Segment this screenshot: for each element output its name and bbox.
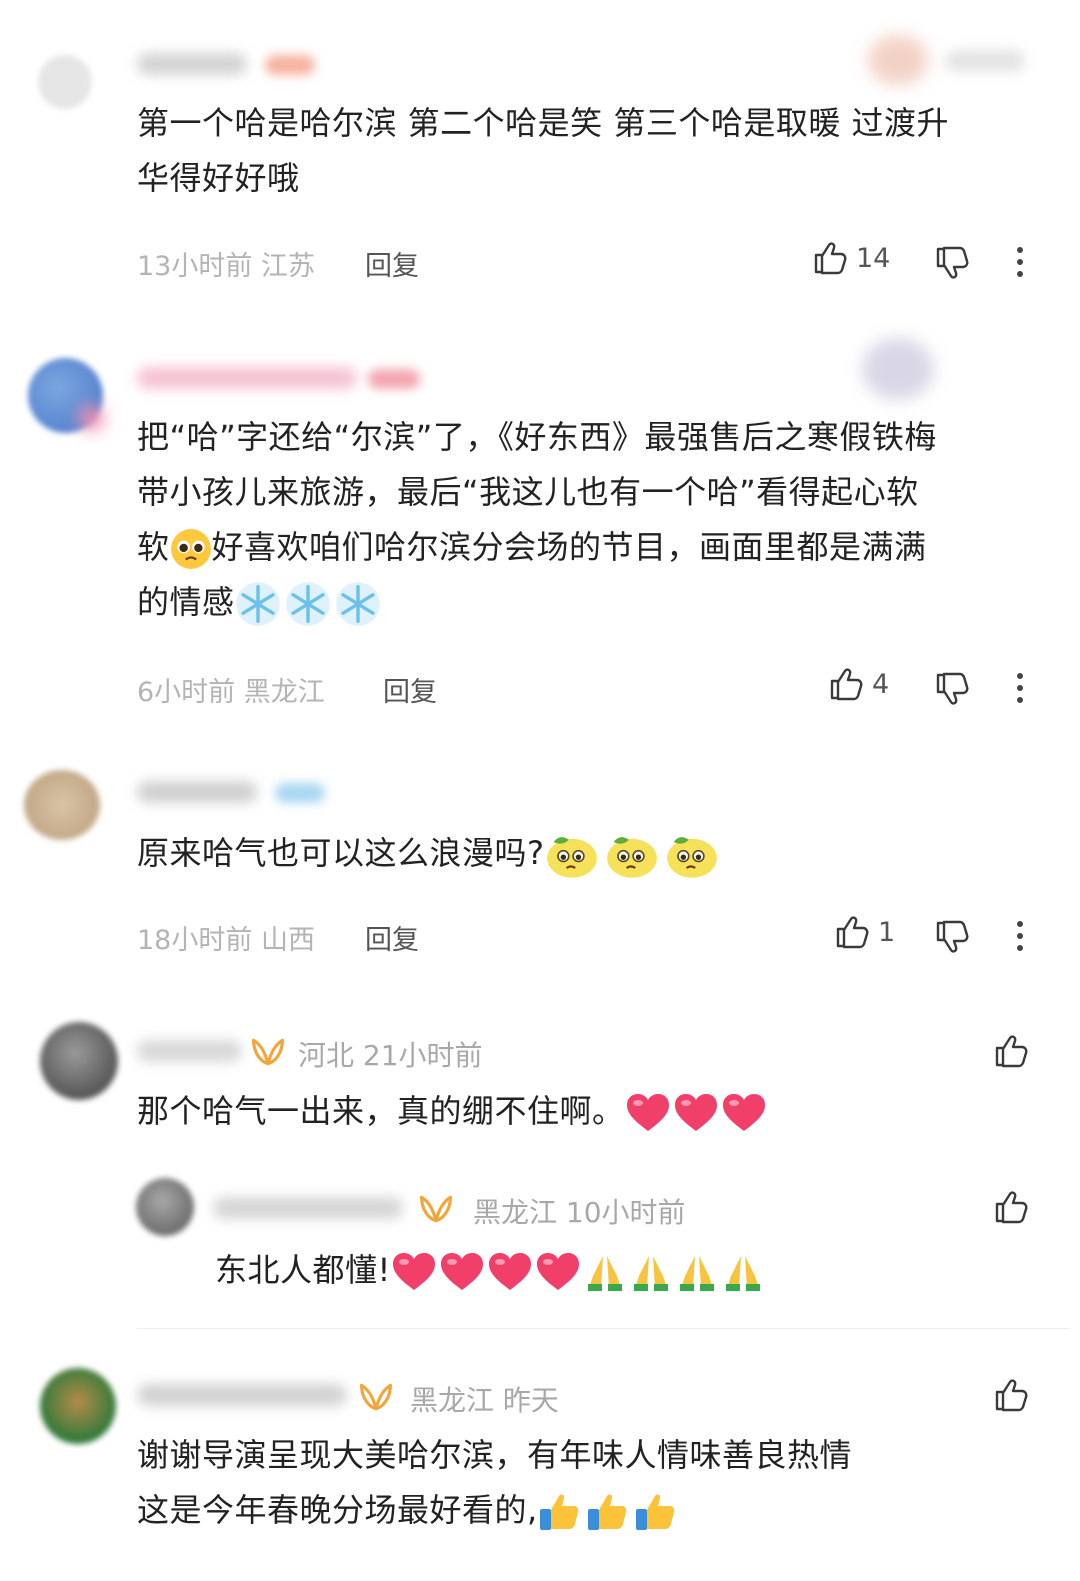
- comment-text: 那个哈气一出来，真的绷不住啊。: [137, 1084, 767, 1139]
- username-blurred[interactable]: [213, 1197, 403, 1219]
- avatar[interactable]: [40, 1368, 116, 1444]
- folded-hands-emoji: [631, 1252, 671, 1292]
- comment-meta: 河北 21小时前: [298, 1039, 483, 1072]
- thumbs-down-icon: [934, 671, 970, 707]
- decoration-blurred: [868, 35, 928, 85]
- heart-emoji: [535, 1252, 581, 1292]
- snowflake-emoji: [335, 581, 381, 627]
- dislike-button[interactable]: [934, 671, 970, 707]
- snowflake-emoji: [235, 581, 281, 627]
- folded-hands-emoji: [585, 1252, 625, 1292]
- heart-emoji: [721, 1093, 767, 1133]
- like-count: 14: [856, 242, 891, 274]
- thumbs-down-icon: [934, 919, 970, 955]
- level-badge-blurred: [368, 369, 420, 389]
- more-button[interactable]: [1016, 247, 1024, 283]
- heart-emoji: [439, 1252, 485, 1292]
- username-blurred[interactable]: [137, 1384, 347, 1406]
- vip-badge-icon: [250, 1036, 286, 1068]
- lemon-emoji: [605, 830, 659, 880]
- thumbs-up-icon: [834, 914, 870, 950]
- avatar[interactable]: [38, 55, 92, 109]
- thumbs-up-emoji: [538, 1492, 582, 1532]
- more-button[interactable]: [1016, 673, 1024, 709]
- comment-text: 把“哈”字还给“尔滨”了，《好东西》最强售后之寒假铁梅 带小孩儿来旅游，最后“我…: [137, 410, 937, 630]
- thumbs-up-icon: [828, 666, 864, 702]
- comment-time: 13小时前 江苏: [137, 251, 315, 282]
- vip-badge-icon: [358, 1381, 394, 1413]
- more-vertical-icon: [1017, 247, 1023, 253]
- like-button[interactable]: 4: [828, 666, 889, 702]
- reply-button[interactable]: 回复: [383, 670, 437, 709]
- decoration-blurred: [862, 338, 934, 400]
- level-badge-blurred: [275, 783, 325, 803]
- heart-emoji: [673, 1093, 719, 1133]
- thumbs-up-icon[interactable]: [993, 1377, 1029, 1413]
- level-badge-blurred: [265, 55, 315, 75]
- avatar[interactable]: [136, 1178, 194, 1236]
- like-count: 4: [872, 668, 890, 700]
- thumbs-up-emoji: [634, 1492, 678, 1532]
- heart-emoji: [391, 1252, 437, 1292]
- avatar-badge-blurred: [78, 405, 104, 431]
- avatar[interactable]: [24, 770, 100, 840]
- comment-meta: 黑龙江 昨天: [410, 1384, 559, 1417]
- reply-button[interactable]: 回复: [365, 244, 419, 283]
- like-button[interactable]: 1: [834, 914, 895, 950]
- username-blurred[interactable]: [137, 53, 247, 75]
- lemon-emoji: [665, 830, 719, 880]
- lemon-emoji: [545, 830, 599, 880]
- username-blurred[interactable]: [137, 781, 257, 803]
- thumbs-up-icon[interactable]: [993, 1033, 1029, 1069]
- thumbs-down-icon: [934, 245, 970, 281]
- more-vertical-icon: [1017, 673, 1023, 679]
- folded-hands-emoji: [677, 1252, 717, 1292]
- dislike-button[interactable]: [934, 245, 970, 281]
- comment-text: 原来哈气也可以这么浪漫吗?: [137, 826, 719, 881]
- more-vertical-icon: [1017, 921, 1023, 927]
- comment-text: 东北人都懂!: [215, 1243, 763, 1298]
- thumbs-up-icon: [812, 240, 848, 276]
- thumbs-up-icon[interactable]: [993, 1189, 1029, 1225]
- comment-time: 18小时前 山西: [137, 925, 315, 956]
- snowflake-emoji: [285, 581, 331, 627]
- thumbs-up-emoji: [586, 1492, 630, 1532]
- more-button[interactable]: [1016, 921, 1024, 957]
- divider: [137, 1328, 1070, 1329]
- comment-meta: 黑龙江 10小时前: [473, 1196, 686, 1229]
- heart-emoji: [487, 1252, 533, 1292]
- pleading-face-emoji: [170, 528, 212, 570]
- comment-text: 第一个哈是哈尔滨 第二个哈是笑 第三个哈是取暖 过渡升 华得好好哦: [137, 104, 950, 197]
- vip-badge-icon: [418, 1193, 454, 1225]
- heart-emoji: [625, 1093, 671, 1133]
- dislike-button[interactable]: [934, 919, 970, 955]
- comment-text: 谢谢导演呈现大美哈尔滨，有年味人情味善良热情 这是今年春晚分场最好看的,: [137, 1428, 852, 1538]
- like-button[interactable]: 14: [812, 240, 890, 276]
- reply-button[interactable]: 回复: [365, 918, 419, 957]
- username-blurred[interactable]: [137, 367, 357, 389]
- username-blurred[interactable]: [137, 1040, 242, 1062]
- comment-time: 6小时前 黑龙江: [137, 677, 325, 708]
- folded-hands-emoji: [723, 1252, 763, 1292]
- decoration-text-blurred: [945, 50, 1025, 72]
- like-count: 1: [878, 916, 896, 948]
- avatar[interactable]: [40, 1022, 118, 1100]
